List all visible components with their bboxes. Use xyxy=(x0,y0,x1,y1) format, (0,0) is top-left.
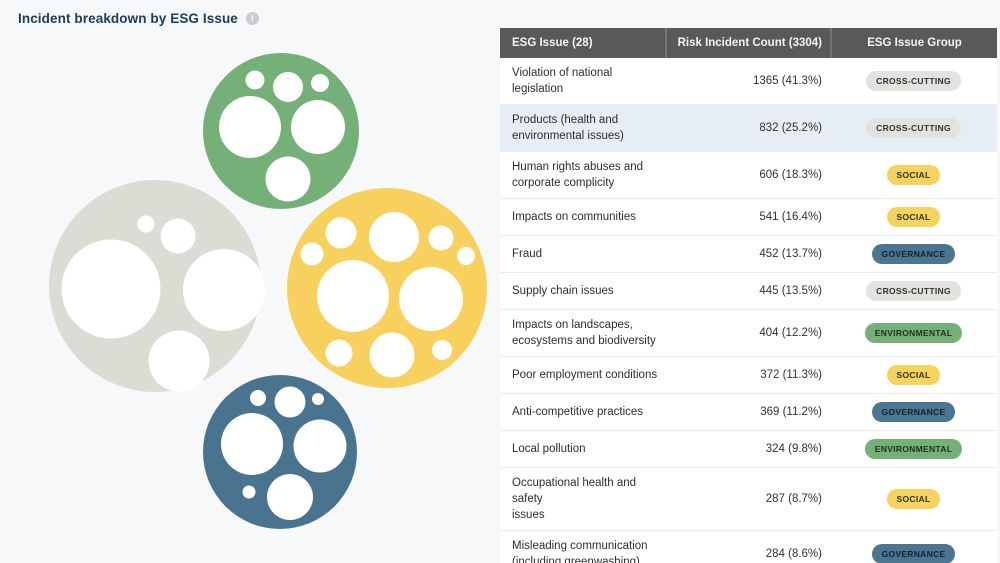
incident-count-cell: 369 (11.2%) xyxy=(665,406,830,418)
incident-count-cell: 1365 (41.3%) xyxy=(665,75,830,87)
esg-issue-cell: Fraud xyxy=(500,239,665,269)
table-row[interactable]: Misleading communication(including green… xyxy=(500,531,997,563)
esg-group-badge: CROSS-CUTTING xyxy=(866,118,961,138)
environmental-issue-bubble[interactable] xyxy=(219,96,281,158)
incident-count-cell: 287 (8.7%) xyxy=(665,493,830,505)
governance-issue-bubble[interactable] xyxy=(312,393,324,405)
esg-group-badge: ENVIRONMENTAL xyxy=(865,439,962,459)
esg-group-badge: SOCIAL xyxy=(887,207,941,227)
social-issue-bubble[interactable] xyxy=(399,267,463,331)
environmental-issue-bubble[interactable] xyxy=(291,100,345,154)
table-row[interactable]: Impacts on communities541 (16.4%) SOCIAL xyxy=(500,199,997,236)
table-row[interactable]: Fraud452 (13.7%) GOVERNANCE xyxy=(500,236,997,273)
social-issue-bubble[interactable] xyxy=(369,212,419,262)
incident-count-cell: 606 (18.3%) xyxy=(665,169,830,181)
esg-issue-cell: Occupational health and safetyissues xyxy=(500,468,665,530)
social-issue-bubble[interactable] xyxy=(370,333,415,378)
table-row[interactable]: Poor employment conditions372 (11.3%) SOC… xyxy=(500,357,997,394)
esg-group-cell: GOVERNANCE xyxy=(830,244,997,264)
esg-group-badge: GOVERNANCE xyxy=(872,402,956,422)
social-issue-bubble[interactable] xyxy=(326,340,353,367)
esg-group-cell: ENVIRONMENTAL xyxy=(830,323,997,343)
social-issue-bubble[interactable] xyxy=(317,260,389,332)
cross-cutting-issue-bubble[interactable] xyxy=(62,240,161,339)
table-row[interactable]: Products (health andenvironmental issues… xyxy=(500,105,997,152)
social-issue-bubble[interactable] xyxy=(432,340,452,360)
governance-issue-bubble[interactable] xyxy=(250,390,266,406)
esg-issue-cell: Supply chain issues xyxy=(500,276,665,306)
cross-cutting-issue-bubble[interactable] xyxy=(149,331,210,392)
table-row[interactable]: Anti-competitive practices369 (11.2%) GOV… xyxy=(500,394,997,431)
column-header-esg-issue-group[interactable]: ESG Issue Group xyxy=(830,28,997,58)
esg-group-cell: SOCIAL xyxy=(830,165,997,185)
column-header-risk-incident-count[interactable]: Risk Incident Count (3304) xyxy=(665,28,830,58)
esg-group-badge: CROSS-CUTTING xyxy=(866,281,961,301)
esg-issue-cell: Impacts on landscapes,ecosystems and bio… xyxy=(500,310,665,356)
esg-issue-cell: Products (health andenvironmental issues… xyxy=(500,105,665,151)
page-title: Incident breakdown by ESG Issue xyxy=(18,11,238,26)
governance-issue-bubble[interactable] xyxy=(221,413,283,475)
esg-issue-cell: Human rights abuses andcorporate complic… xyxy=(500,152,665,198)
esg-issue-cell: Local pollution xyxy=(500,434,665,464)
environmental-issue-bubble[interactable] xyxy=(266,157,311,202)
incident-count-cell: 445 (13.5%) xyxy=(665,285,830,297)
esg-group-cell: CROSS-CUTTING xyxy=(830,281,997,301)
table-header-row: ESG Issue (28) Risk Incident Count (3304… xyxy=(500,28,997,58)
table-row[interactable]: Impacts on landscapes,ecosystems and bio… xyxy=(500,310,997,357)
incident-count-cell: 541 (16.4%) xyxy=(665,211,830,223)
environmental-issue-bubble[interactable] xyxy=(311,74,329,92)
esg-issue-cell: Impacts on communities xyxy=(500,202,665,232)
esg-group-badge: CROSS-CUTTING xyxy=(866,71,961,91)
cross-cutting-issue-bubble[interactable] xyxy=(138,216,155,233)
esg-issue-cell: Misleading communication(including green… xyxy=(500,531,665,563)
incident-count-cell: 452 (13.7%) xyxy=(665,248,830,260)
environmental-issue-bubble[interactable] xyxy=(273,72,303,102)
table-row[interactable]: Violation of national legislation1365 (4… xyxy=(500,58,997,105)
social-issue-bubble[interactable] xyxy=(457,247,475,265)
cross-cutting-issue-bubble[interactable] xyxy=(161,219,196,254)
table-row[interactable]: Human rights abuses andcorporate complic… xyxy=(500,152,997,199)
esg-group-cell: CROSS-CUTTING xyxy=(830,71,997,91)
governance-issue-bubble[interactable] xyxy=(294,420,347,473)
esg-group-badge: SOCIAL xyxy=(887,489,941,509)
column-header-esg-issue[interactable]: ESG Issue (28) xyxy=(500,28,665,58)
governance-issue-bubble[interactable] xyxy=(243,486,256,499)
esg-issue-cell: Violation of national legislation xyxy=(500,58,665,104)
esg-group-badge: GOVERNANCE xyxy=(872,244,956,264)
incident-breakdown-panel: Incident breakdown by ESG Issue i ESG Is… xyxy=(0,0,1000,563)
incident-count-cell: 832 (25.2%) xyxy=(665,122,830,134)
table-row[interactable]: Local pollution324 (9.8%) ENVIRONMENTAL xyxy=(500,431,997,468)
panel-header: Incident breakdown by ESG Issue i xyxy=(18,11,259,26)
esg-group-cell: ENVIRONMENTAL xyxy=(830,439,997,459)
esg-group-cell: GOVERNANCE xyxy=(830,402,997,422)
info-icon[interactable]: i xyxy=(246,12,259,25)
incident-count-cell: 372 (11.3%) xyxy=(665,369,830,381)
esg-group-cell: CROSS-CUTTING xyxy=(830,118,997,138)
esg-group-cell: SOCIAL xyxy=(830,489,997,509)
environmental-issue-bubble[interactable] xyxy=(246,71,265,90)
incident-count-cell: 404 (12.2%) xyxy=(665,327,830,339)
esg-issue-cell: Poor employment conditions xyxy=(500,360,665,390)
incident-count-cell: 324 (9.8%) xyxy=(665,443,830,455)
esg-issue-table: ESG Issue (28) Risk Incident Count (3304… xyxy=(500,28,997,563)
social-issue-bubble[interactable] xyxy=(429,226,454,251)
table-row[interactable]: Supply chain issues445 (13.5%) CROSS-CUTT… xyxy=(500,273,997,310)
social-issue-bubble[interactable] xyxy=(326,218,357,249)
incident-count-cell: 284 (8.6%) xyxy=(665,548,830,560)
cross-cutting-issue-bubble[interactable] xyxy=(183,249,265,331)
esg-group-badge: SOCIAL xyxy=(887,165,941,185)
esg-group-cell: GOVERNANCE xyxy=(830,544,997,563)
esg-group-cell: SOCIAL xyxy=(830,365,997,385)
governance-issue-bubble[interactable] xyxy=(275,387,306,418)
table-row[interactable]: Occupational health and safetyissues287 … xyxy=(500,468,997,531)
esg-group-cell: SOCIAL xyxy=(830,207,997,227)
table-body: Violation of national legislation1365 (4… xyxy=(500,58,997,563)
social-issue-bubble[interactable] xyxy=(301,243,324,266)
governance-issue-bubble[interactable] xyxy=(267,474,313,520)
esg-group-badge: SOCIAL xyxy=(887,365,941,385)
esg-group-badge: GOVERNANCE xyxy=(872,544,956,563)
esg-issue-cell: Anti-competitive practices xyxy=(500,397,665,427)
esg-group-badge: ENVIRONMENTAL xyxy=(865,323,962,343)
